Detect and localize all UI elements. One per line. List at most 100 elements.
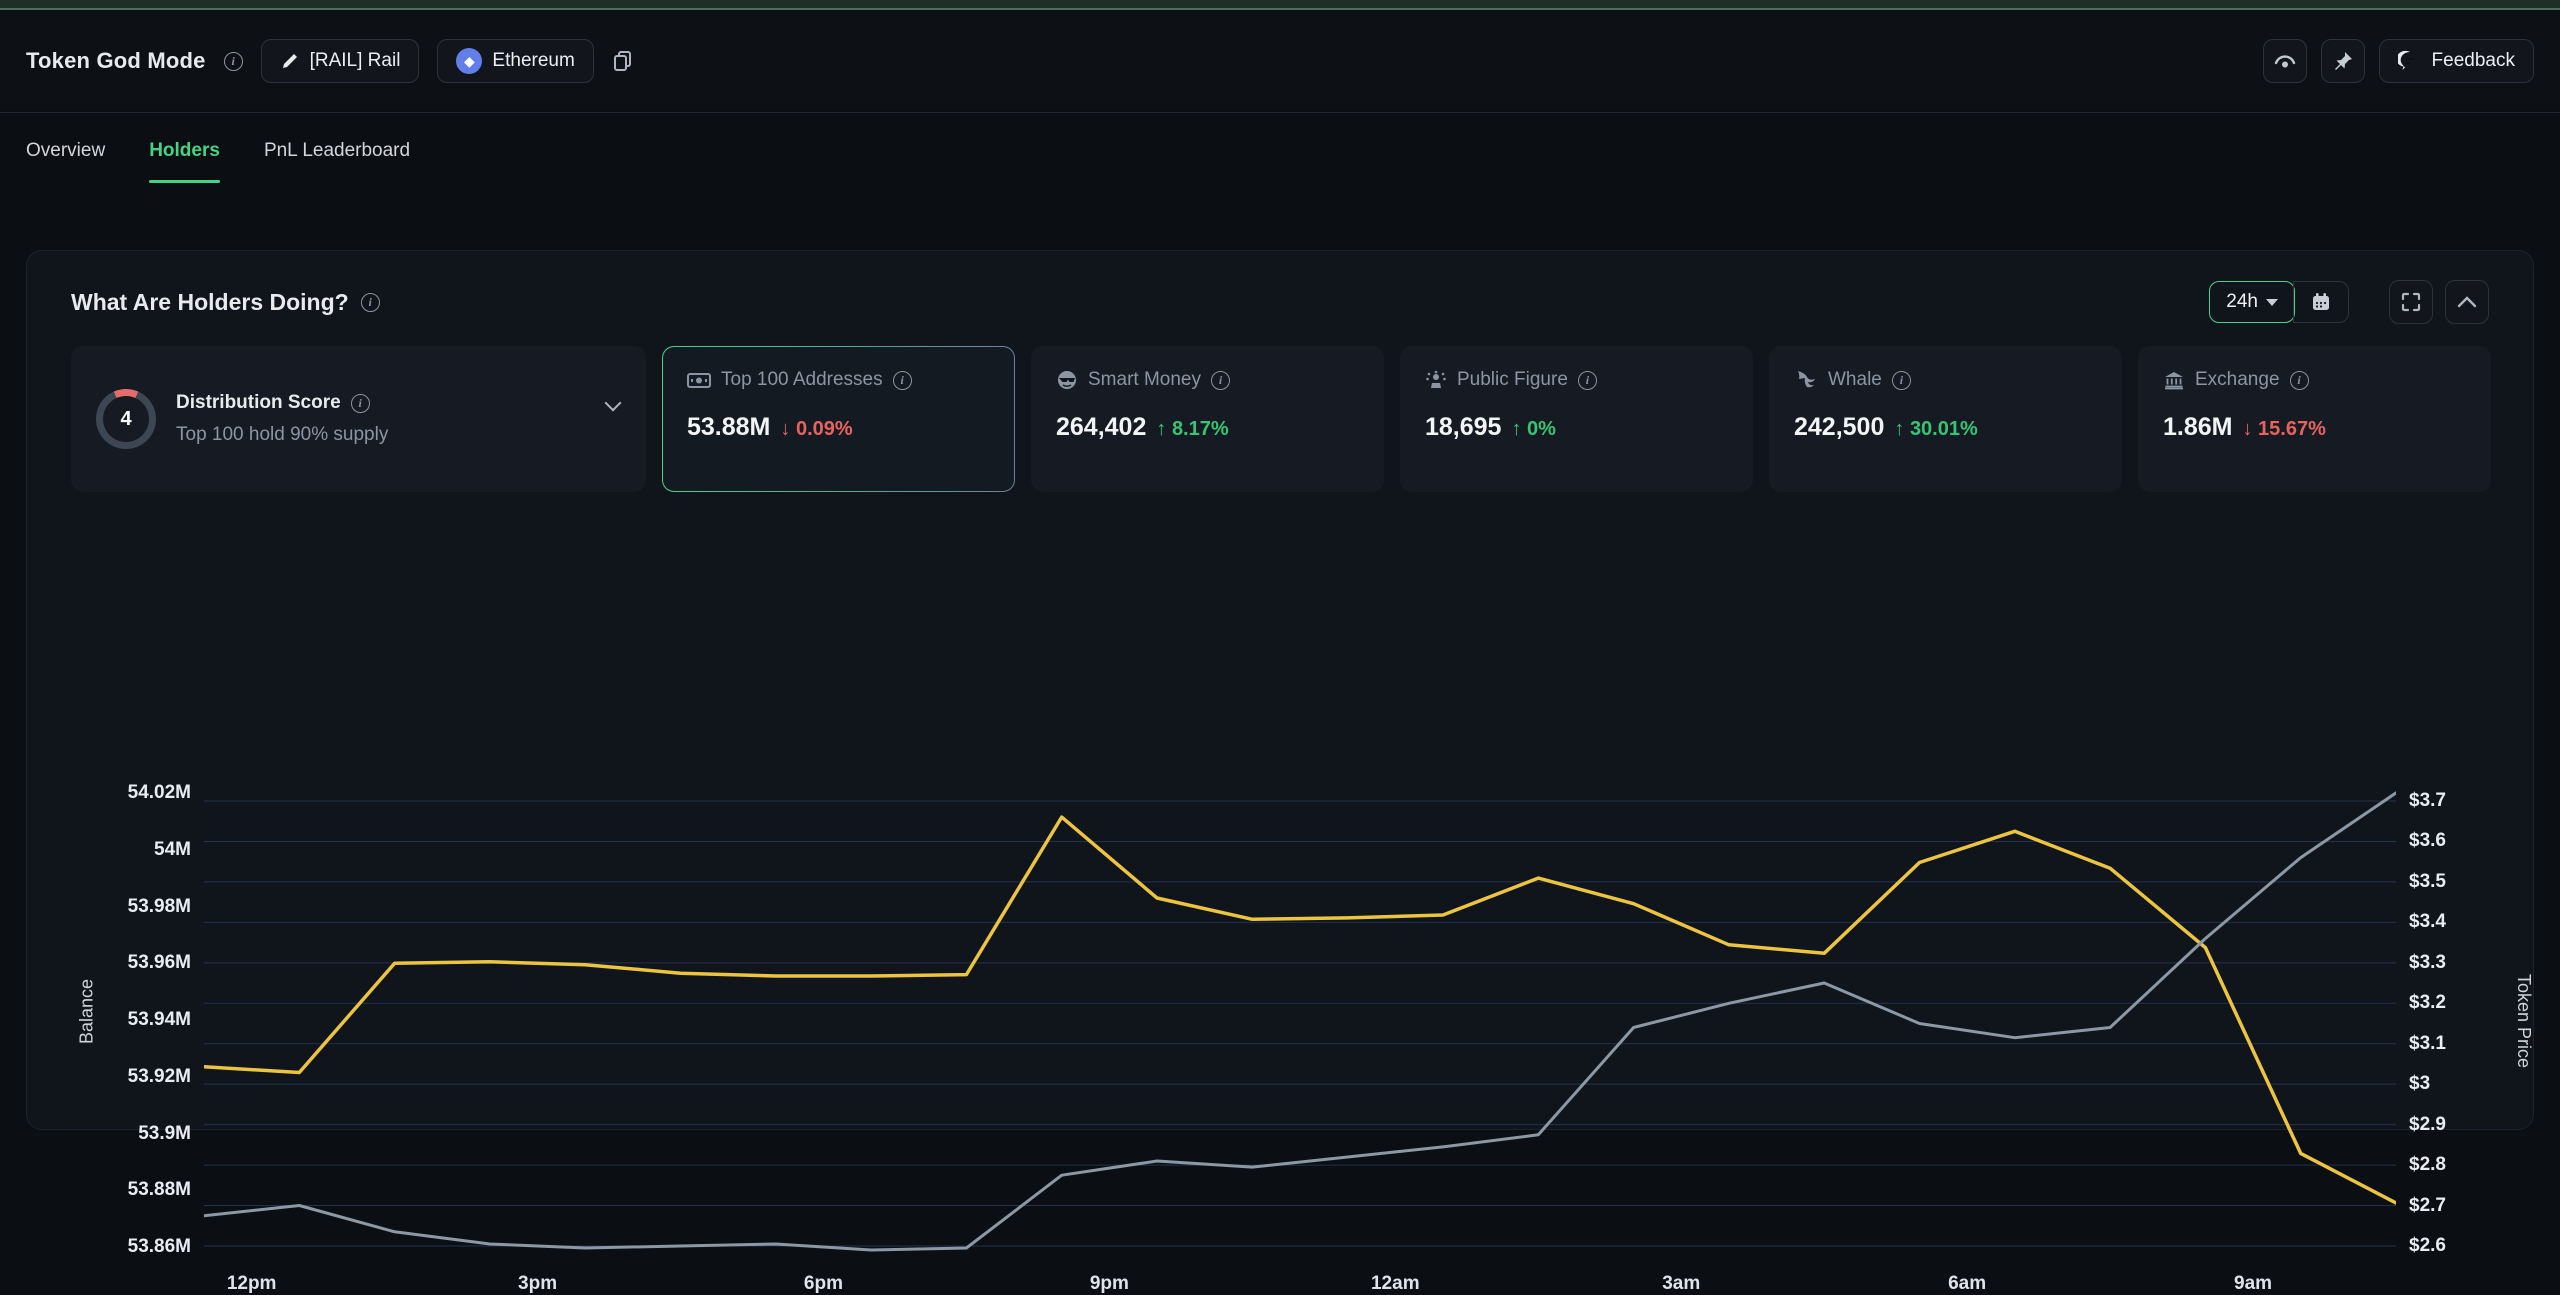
stat-value: 18,695	[1425, 413, 1501, 442]
y-axis-title-balance: Balance	[77, 932, 98, 1092]
info-icon: i	[893, 371, 912, 390]
stat-card-whale[interactable]: Whale i 242,500 ↑ 30.01%	[1769, 346, 2122, 492]
info-icon: i	[351, 394, 370, 413]
collapse-button[interactable]	[2445, 280, 2489, 324]
public-figure-icon	[1425, 369, 1447, 391]
chart-plot-area	[204, 781, 2396, 1261]
stat-label: Exchange	[2195, 369, 2280, 391]
time-range-dropdown[interactable]: 24h	[2209, 281, 2295, 323]
token-select-button[interactable]: [RAIL] Rail	[261, 39, 420, 83]
info-icon: i	[1892, 371, 1911, 390]
time-range-value: 24h	[2226, 291, 2258, 313]
distribution-score-card[interactable]: 4 Distribution Score i Top 100 hold 90% …	[71, 346, 646, 492]
series-line-price	[204, 793, 2396, 1250]
info-icon: i	[1211, 371, 1230, 390]
ethereum-icon: ◆	[456, 48, 482, 74]
tab-pnl-leaderboard[interactable]: PnL Leaderboard	[264, 113, 410, 189]
top-accent-strip	[0, 0, 2560, 10]
stat-card-smart-money[interactable]: Smart Money i 264,402 ↑ 8.17%	[1031, 346, 1384, 492]
info-icon: i	[2290, 371, 2309, 390]
fullscreen-button[interactable]	[2389, 280, 2433, 324]
feedback-label: Feedback	[2432, 50, 2515, 72]
chevron-down-icon	[2266, 299, 2278, 306]
x-axis-tick: 12am	[1371, 1273, 1420, 1295]
holder-stat-cards: 4 Distribution Score i Top 100 hold 90% …	[71, 346, 2491, 492]
stat-change: ↑ 30.01%	[1894, 418, 1977, 441]
info-icon: i	[361, 293, 380, 312]
y-axis-tick-price: $3.6	[2409, 830, 2539, 852]
y-axis-tick-price: $2.8	[2409, 1154, 2539, 1176]
stat-label: Whale	[1828, 369, 1882, 391]
stat-label: Smart Money	[1088, 369, 1201, 391]
tab-bar: Overview Holders PnL Leaderboard	[0, 112, 2560, 188]
watch-icon	[2273, 51, 2297, 71]
time-range-control: 24h	[2209, 281, 2349, 323]
y-axis-tick-balance: 53.86M	[61, 1236, 191, 1258]
stat-card-top100[interactable]: Top 100 Addresses i 53.88M ↓ 0.09%	[662, 346, 1015, 492]
stat-value: 264,402	[1056, 413, 1146, 442]
chevron-up-icon	[2457, 296, 2477, 308]
pin-icon	[2332, 50, 2354, 72]
calendar-icon	[2310, 291, 2332, 313]
pencil-icon	[280, 51, 300, 71]
distribution-score-label: Distribution Score	[176, 392, 341, 414]
stat-value: 1.86M	[2163, 413, 2232, 442]
y-axis-tick-price: $3.5	[2409, 871, 2539, 893]
page-title: Token God Mode	[26, 48, 206, 74]
stat-label: Top 100 Addresses	[721, 369, 883, 391]
y-axis-title-price: Token Price	[2513, 941, 2534, 1101]
stat-change: ↓ 0.09%	[780, 418, 852, 441]
y-axis-tick-balance: 53.9M	[61, 1123, 191, 1145]
y-axis-tick-price: $3.7	[2409, 790, 2539, 812]
copy-icon[interactable]	[612, 49, 634, 73]
stat-change: ↓ 15.67%	[2242, 418, 2325, 441]
stat-card-exchange[interactable]: Exchange i 1.86M ↓ 15.67%	[2138, 346, 2491, 492]
x-axis-tick: 3pm	[518, 1273, 557, 1295]
y-axis-tick-balance: 54M	[61, 839, 191, 861]
whale-icon	[1794, 369, 1818, 391]
smart-money-icon	[1056, 369, 1078, 391]
y-axis-tick-balance: 54.02M	[61, 782, 191, 804]
holders-activity-panel: What Are Holders Doing? i 24h	[26, 250, 2534, 1130]
chat-bubble-icon	[2398, 49, 2422, 73]
token-select-label: [RAIL] Rail	[310, 50, 401, 72]
chain-select-label: Ethereum	[492, 50, 574, 72]
smart-alert-button[interactable]	[2263, 39, 2307, 83]
distribution-score-gauge: 4	[96, 389, 156, 449]
pin-button[interactable]	[2321, 39, 2365, 83]
calendar-button[interactable]	[2293, 281, 2349, 323]
x-axis-tick: 6am	[1948, 1273, 1986, 1295]
stat-card-public-figure[interactable]: Public Figure i 18,695 ↑ 0%	[1400, 346, 1753, 492]
tab-holders[interactable]: Holders	[149, 113, 220, 189]
info-icon: i	[1578, 371, 1597, 390]
stat-change: ↑ 8.17%	[1156, 418, 1228, 441]
exchange-bank-icon	[2163, 369, 2185, 391]
stat-label: Public Figure	[1457, 369, 1568, 391]
y-axis-tick-price: $2.7	[2409, 1195, 2539, 1217]
x-axis-tick: 9am	[2234, 1273, 2272, 1295]
chevron-down-icon[interactable]	[605, 395, 622, 412]
info-icon: i	[224, 52, 243, 71]
distribution-score-subtitle: Top 100 hold 90% supply	[176, 424, 388, 446]
y-axis-tick-price: $3.4	[2409, 911, 2539, 933]
y-axis-tick-price: $2.9	[2409, 1114, 2539, 1136]
stat-value: 242,500	[1794, 413, 1884, 442]
x-axis-tick: 9pm	[1090, 1273, 1129, 1295]
x-axis-tick: 12pm	[227, 1273, 277, 1295]
y-axis-tick-price: $2.6	[2409, 1235, 2539, 1257]
distribution-score-value: 4	[103, 396, 149, 442]
y-axis-tick-balance: 53.88M	[61, 1179, 191, 1201]
y-axis-tick-balance: 53.98M	[61, 896, 191, 918]
x-axis-tick: 3am	[1662, 1273, 1700, 1295]
chain-select-button[interactable]: ◆ Ethereum	[437, 39, 593, 83]
feedback-button[interactable]: Feedback	[2379, 39, 2534, 83]
holders-chart: 54.02M54M53.98M53.96M53.94M53.92M53.9M53…	[27, 501, 2535, 1121]
stat-change: ↑ 0%	[1511, 418, 1555, 441]
app-header: Token God Mode i [RAIL] Rail ◆ Ethereum …	[0, 12, 2560, 110]
x-axis-tick: 6pm	[804, 1273, 843, 1295]
stat-value: 53.88M	[687, 413, 770, 442]
series-line-balance	[204, 817, 2396, 1203]
banknote-icon	[687, 371, 711, 389]
tab-overview[interactable]: Overview	[26, 113, 105, 189]
panel-title: What Are Holders Doing?	[71, 289, 349, 316]
